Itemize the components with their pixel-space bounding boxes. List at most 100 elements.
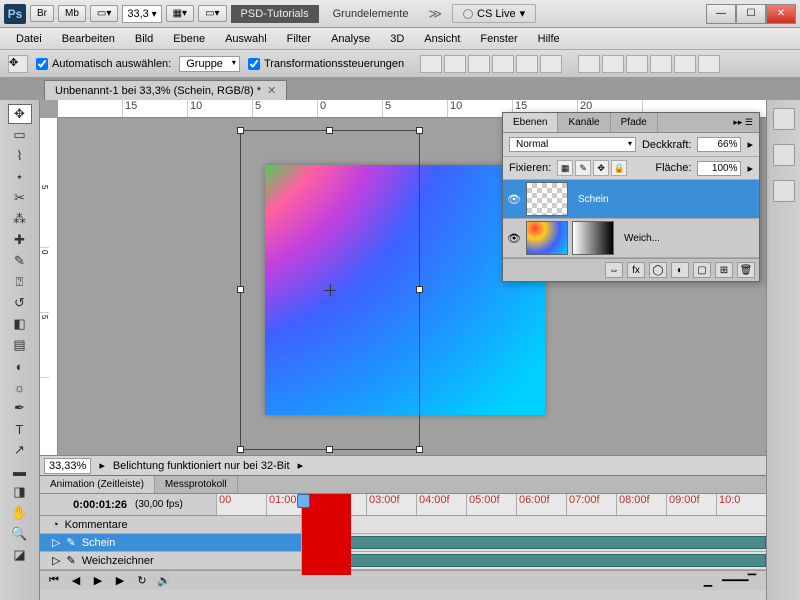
expand-icon[interactable]: ▷ xyxy=(52,554,60,567)
group-icon[interactable]: ▢ xyxy=(693,262,711,278)
opacity-flyout-icon[interactable]: ▸ xyxy=(747,138,753,151)
transform-controls-checkbox[interactable]: Transformationssteuerungen xyxy=(248,58,404,70)
dodge-tool[interactable]: ☼ xyxy=(8,377,32,397)
workspace-psd-tutorials[interactable]: PSD-Tutorials xyxy=(231,5,319,23)
screen-mode-button[interactable]: ▭▾ xyxy=(90,5,118,22)
zoom-out-icon[interactable]: ▁ xyxy=(700,574,716,587)
align-bottom-icon[interactable] xyxy=(468,55,490,73)
blur-tool[interactable]: ◐ xyxy=(8,356,32,376)
menu-analyse[interactable]: Analyse xyxy=(321,31,380,47)
handle-mr[interactable] xyxy=(416,286,423,293)
heal-tool[interactable]: ✚ xyxy=(8,230,32,250)
handle-tl[interactable] xyxy=(237,127,244,134)
opacity-input[interactable]: 66% xyxy=(697,137,741,152)
mask-icon[interactable]: ◯ xyxy=(649,262,667,278)
history-brush-tool[interactable]: ↺ xyxy=(8,293,32,313)
auto-select-input[interactable] xyxy=(36,58,48,70)
transform-center-icon[interactable] xyxy=(324,284,336,296)
layer-thumb[interactable] xyxy=(526,221,568,255)
tab-kanaele[interactable]: Kanäle xyxy=(558,113,610,132)
adjustments-dock-icon[interactable] xyxy=(773,144,795,166)
layer-row-schein[interactable]: 👁 Schein xyxy=(503,180,759,219)
menu-ansicht[interactable]: Ansicht xyxy=(414,31,470,47)
lock-pixels-icon[interactable]: ✎ xyxy=(575,160,591,176)
zoom-tool[interactable]: 🔍 xyxy=(8,524,32,544)
track-schein[interactable]: ▷✎Schein xyxy=(40,534,766,552)
path-tool[interactable]: ↗ xyxy=(8,440,32,460)
tab-ebenen[interactable]: Ebenen xyxy=(503,113,558,132)
arrange-button[interactable]: ▭▾ xyxy=(198,5,226,22)
zoom-in-icon[interactable]: ▔ xyxy=(744,574,760,587)
rewind-icon[interactable]: ⏮ xyxy=(46,574,62,587)
hand-tool[interactable]: ✋ xyxy=(8,503,32,523)
tab-animation[interactable]: Animation (Zeitleiste) xyxy=(40,476,155,493)
fill-input[interactable]: 100% xyxy=(697,161,741,176)
eraser-tool[interactable]: ◧ xyxy=(8,314,32,334)
handle-tr[interactable] xyxy=(416,127,423,134)
minibridge-button[interactable]: Mb xyxy=(58,5,86,22)
stopwatch-icon[interactable]: ◔ xyxy=(52,519,59,531)
new-layer-icon[interactable]: ⊞ xyxy=(715,262,733,278)
visibility-eye-icon[interactable]: 👁 xyxy=(506,232,522,245)
document-tab[interactable]: Unbenannt-1 bei 33,3% (Schein, RGB/8) * … xyxy=(44,80,287,100)
lock-all-icon[interactable]: 🔒 xyxy=(611,160,627,176)
menu-fenster[interactable]: Fenster xyxy=(470,31,527,47)
blend-mode-dropdown[interactable]: Normal xyxy=(509,137,636,152)
fx-icon[interactable]: fx xyxy=(627,262,645,278)
workspace-more-icon[interactable]: ≫ xyxy=(422,6,448,22)
menu-3d[interactable]: 3D xyxy=(380,31,414,47)
auto-select-checkbox[interactable]: Automatisch auswählen: xyxy=(36,58,171,70)
loop-icon[interactable]: ↻ xyxy=(134,574,150,587)
move-tool-icon[interactable]: ✥ xyxy=(8,55,28,73)
menu-datei[interactable]: Datei xyxy=(6,31,52,47)
audio-icon[interactable]: 🔊 xyxy=(156,574,172,587)
handle-ml[interactable] xyxy=(237,286,244,293)
layer-thumb[interactable] xyxy=(526,182,568,216)
zoom-field[interactable]: 33,33% xyxy=(44,458,91,474)
status-arrow-icon[interactable]: ▸ xyxy=(298,459,304,472)
menu-ebene[interactable]: Ebene xyxy=(163,31,215,47)
align-left-icon[interactable] xyxy=(492,55,514,73)
workspace-grundelemente[interactable]: Grundelemente xyxy=(323,5,419,23)
shape-tool[interactable]: ▬ xyxy=(8,461,32,481)
layer-row-weich[interactable]: 👁 Weich... xyxy=(503,219,759,258)
panel-menu-icon[interactable]: ▸▸ ☰ xyxy=(727,113,759,132)
maximize-button[interactable]: ☐ xyxy=(736,4,766,24)
3d-tool[interactable]: ◨ xyxy=(8,482,32,502)
wand-tool[interactable]: ⋆ xyxy=(8,167,32,187)
bridge-button[interactable]: Br xyxy=(30,5,54,22)
align-top-icon[interactable] xyxy=(420,55,442,73)
visibility-eye-icon[interactable]: 👁 xyxy=(506,193,522,206)
handle-br[interactable] xyxy=(416,446,423,453)
move-tool[interactable]: ✥ xyxy=(8,104,32,124)
menu-bild[interactable]: Bild xyxy=(125,31,163,47)
minimize-button[interactable]: — xyxy=(706,4,736,24)
brush-tool[interactable]: ✎ xyxy=(8,251,32,271)
track-weichzeichner[interactable]: ▷✎Weichzeichner xyxy=(40,552,766,570)
zoom-slider[interactable]: ━━━━ xyxy=(722,574,738,587)
layers-panel[interactable]: Ebenen Kanäle Pfade ▸▸ ☰ Normal Deckkraf… xyxy=(502,112,760,282)
menu-auswahl[interactable]: Auswahl xyxy=(215,31,277,47)
dist-1-icon[interactable] xyxy=(578,55,600,73)
transform-box[interactable] xyxy=(240,130,420,450)
styles-dock-icon[interactable] xyxy=(773,180,795,202)
transform-controls-input[interactable] xyxy=(248,58,260,70)
auto-select-dropdown[interactable]: Gruppe xyxy=(179,56,240,72)
layer-mask-thumb[interactable] xyxy=(572,221,614,255)
lock-transparent-icon[interactable]: ▦ xyxy=(557,160,573,176)
dist-4-icon[interactable] xyxy=(650,55,672,73)
play-icon[interactable]: ▶ xyxy=(90,574,106,587)
cslive-button[interactable]: CS Live ▾ xyxy=(452,4,536,23)
handle-bl[interactable] xyxy=(237,446,244,453)
fg-bg-colors[interactable]: ◪ xyxy=(8,545,32,565)
align-hcenter-icon[interactable] xyxy=(516,55,538,73)
dist-3-icon[interactable] xyxy=(626,55,648,73)
dist-6-icon[interactable] xyxy=(698,55,720,73)
close-button[interactable]: ✕ xyxy=(766,4,796,24)
stamp-tool[interactable]: ⍰ xyxy=(8,272,32,292)
handle-bm[interactable] xyxy=(326,446,333,453)
timeline-ruler[interactable]: 0001:00f02:00f 03:00f04:00f05:00f 06:00f… xyxy=(216,494,766,515)
dist-2-icon[interactable] xyxy=(602,55,624,73)
crop-tool[interactable]: ✂ xyxy=(8,188,32,208)
marquee-tool[interactable]: ▭ xyxy=(8,125,32,145)
